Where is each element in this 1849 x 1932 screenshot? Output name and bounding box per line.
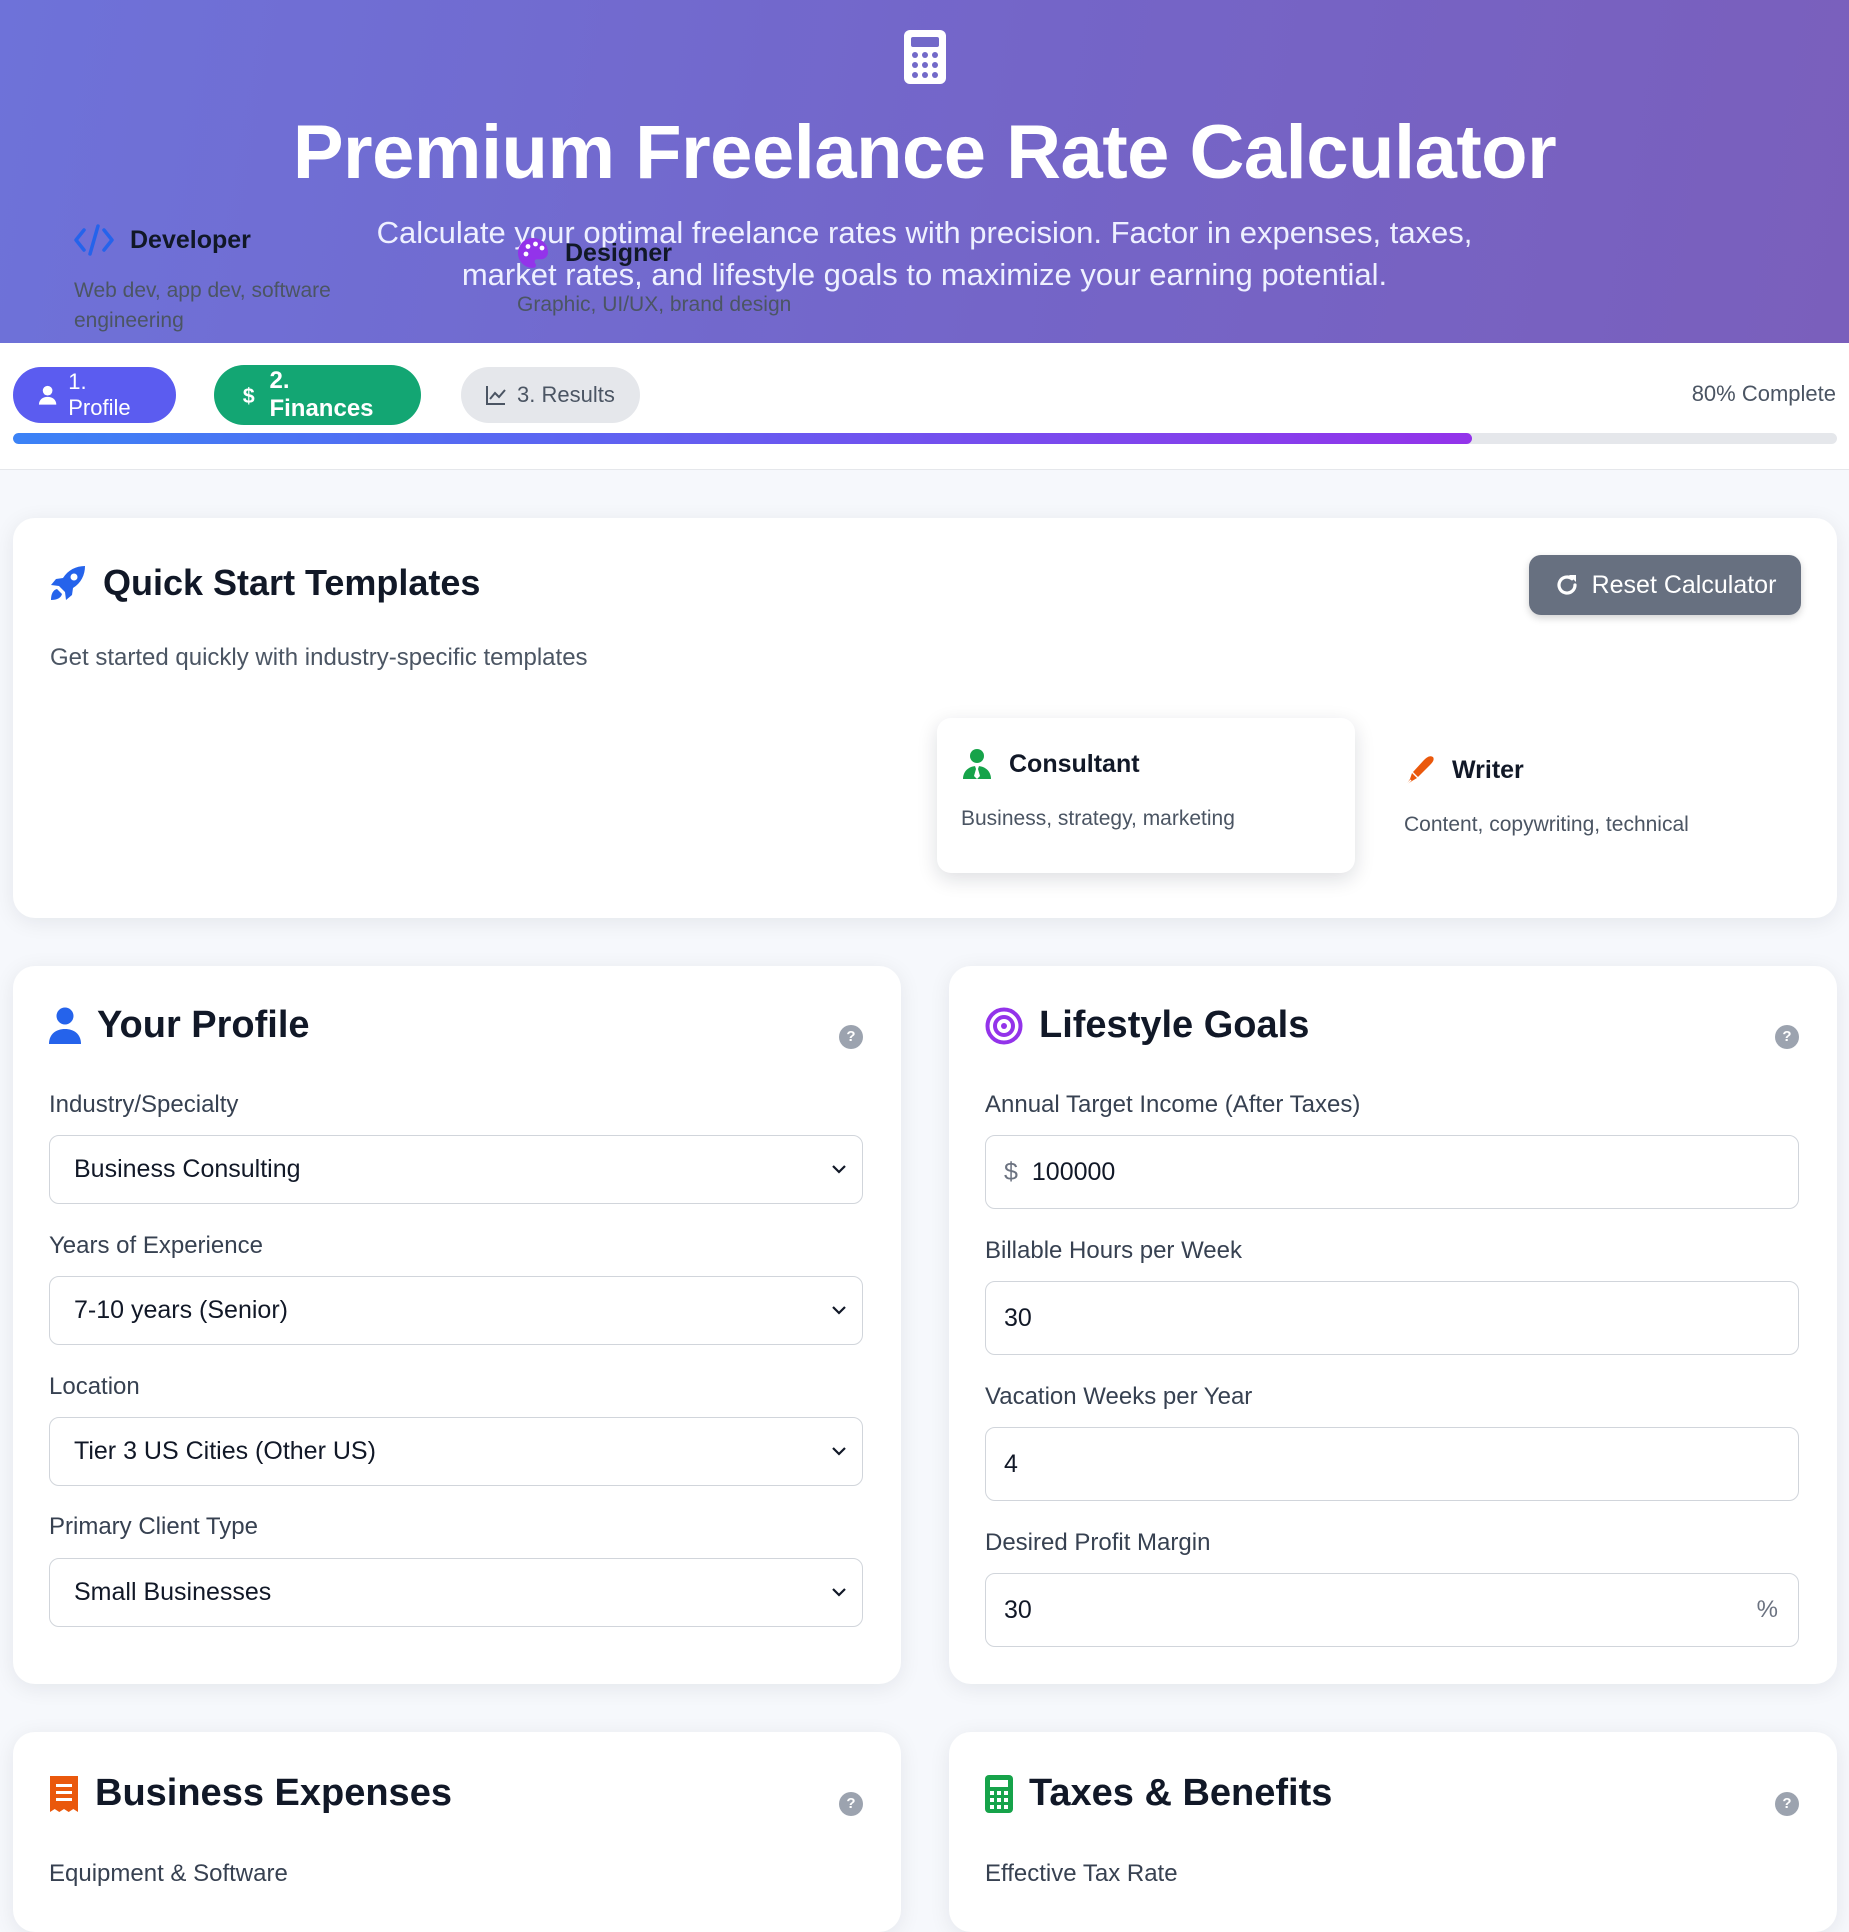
svg-text:$: $: [243, 384, 255, 406]
chevron-down-icon: [832, 1165, 846, 1174]
progress-track: [13, 433, 1837, 444]
quick-start-title: Quick Start Templates: [49, 562, 480, 604]
page-subtitle: Calculate your optimal freelance rates w…: [376, 215, 1473, 292]
step-results[interactable]: 3. Results: [461, 367, 640, 423]
template-selected-highlight: [937, 718, 1355, 873]
location-label: Location: [49, 1373, 140, 1400]
progress-label: 80% Complete: [1691, 381, 1836, 406]
progress-fill: [13, 433, 1473, 444]
goals-help-icon[interactable]: ?: [1775, 1025, 1799, 1049]
percent-suffix: %: [1756, 1596, 1778, 1623]
template-writer-desc: Content, copywriting, technical: [1404, 813, 1689, 836]
vacation-weeks-label: Vacation Weeks per Year: [985, 1383, 1253, 1410]
profile-title: Your Profile: [49, 1004, 310, 1047]
code-icon: [74, 224, 114, 256]
experience-label: Years of Experience: [49, 1232, 263, 1259]
rotate-icon: [1557, 575, 1577, 595]
experience-select[interactable]: 7-10 years (Senior): [49, 1276, 863, 1345]
quick-start-subtitle: Get started quickly with industry-specif…: [50, 644, 588, 671]
effective-tax-rate-label: Effective Tax Rate: [985, 1860, 1178, 1887]
lifestyle-goals-title: Lifestyle Goals: [985, 1004, 1309, 1047]
user-tie-icon: [963, 749, 991, 779]
industry-label: Industry/Specialty: [49, 1091, 239, 1118]
profit-margin-input[interactable]: 30 %: [985, 1573, 1799, 1647]
taxes-benefits-title: Taxes & Benefits: [985, 1772, 1332, 1815]
receipt-icon: [50, 1775, 78, 1812]
user-icon: [49, 1007, 81, 1044]
location-select[interactable]: Tier 3 US Cities (Other US): [49, 1417, 863, 1486]
rocket-icon: [51, 566, 85, 600]
client-type-select[interactable]: Small Businesses: [49, 1558, 863, 1627]
template-designer-name: Designer: [565, 238, 672, 267]
profile-help-icon[interactable]: ?: [839, 1025, 863, 1049]
step-profile-label: 1. Profile: [68, 369, 131, 420]
step-finances-label: 2. Finances: [269, 367, 374, 422]
target-income-input[interactable]: $ 100000: [985, 1135, 1799, 1209]
user-icon: [38, 385, 57, 405]
business-expenses-card: Business Expenses ? Equipment & Software: [13, 1732, 901, 1932]
taxes-help-icon[interactable]: ?: [1775, 1792, 1799, 1816]
template-consultant-desc: Business, strategy, marketing: [961, 807, 1235, 830]
dollar-icon: $: [243, 384, 255, 406]
reset-calculator-button[interactable]: Reset Calculator: [1529, 555, 1801, 615]
target-income-label: Annual Target Income (After Taxes): [985, 1091, 1361, 1118]
billable-hours-label: Billable Hours per Week: [985, 1237, 1243, 1264]
palette-icon: [518, 238, 548, 268]
step-profile[interactable]: 1. Profile: [13, 367, 176, 423]
target-icon: [985, 1007, 1023, 1044]
lifestyle-goals-card: Lifestyle Goals ? Annual Target Income (…: [949, 966, 1837, 1684]
profit-margin-label: Desired Profit Margin: [985, 1529, 1211, 1556]
business-expenses-title: Business Expenses: [49, 1772, 452, 1815]
client-type-label: Primary Client Type: [49, 1513, 258, 1540]
step-results-label: 3. Results: [517, 382, 615, 407]
template-developer-name: Developer: [130, 225, 251, 254]
taxes-benefits-card: Taxes & Benefits ? Effective Tax Rate: [949, 1732, 1837, 1932]
profile-card: Your Profile ? Industry/Specialty Busine…: [13, 966, 901, 1684]
template-developer-desc: Web dev, app dev, software engineering: [74, 279, 331, 332]
chevron-down-icon: [832, 1447, 846, 1456]
expenses-help-icon[interactable]: ?: [839, 1792, 863, 1816]
pen-icon: [1405, 756, 1434, 786]
chart-line-icon: [486, 386, 506, 405]
calculator-icon: [904, 30, 946, 84]
template-writer-name: Writer: [1452, 755, 1524, 784]
currency-prefix: $: [1004, 1157, 1018, 1186]
template-consultant-name: Consultant: [1009, 749, 1140, 778]
chevron-down-icon: [832, 1306, 846, 1315]
industry-select[interactable]: Business Consulting: [49, 1135, 863, 1204]
billable-hours-input[interactable]: 30: [985, 1281, 1799, 1355]
vacation-weeks-input[interactable]: 4: [985, 1427, 1799, 1501]
page-title: Premium Freelance Rate Calculator: [292, 110, 1557, 195]
step-finances[interactable]: $ 2. Finances: [214, 365, 421, 425]
equipment-software-label: Equipment & Software: [49, 1860, 288, 1887]
step-navigation: 1. Profile $ 2. Finances 3. Results 80% …: [0, 343, 1849, 470]
template-designer-desc: Graphic, UI/UX, brand design: [517, 293, 792, 316]
quick-start-card: Quick Start Templates Get started quickl…: [13, 518, 1837, 918]
chevron-down-icon: [832, 1588, 846, 1597]
calculator-icon: [985, 1774, 1013, 1813]
